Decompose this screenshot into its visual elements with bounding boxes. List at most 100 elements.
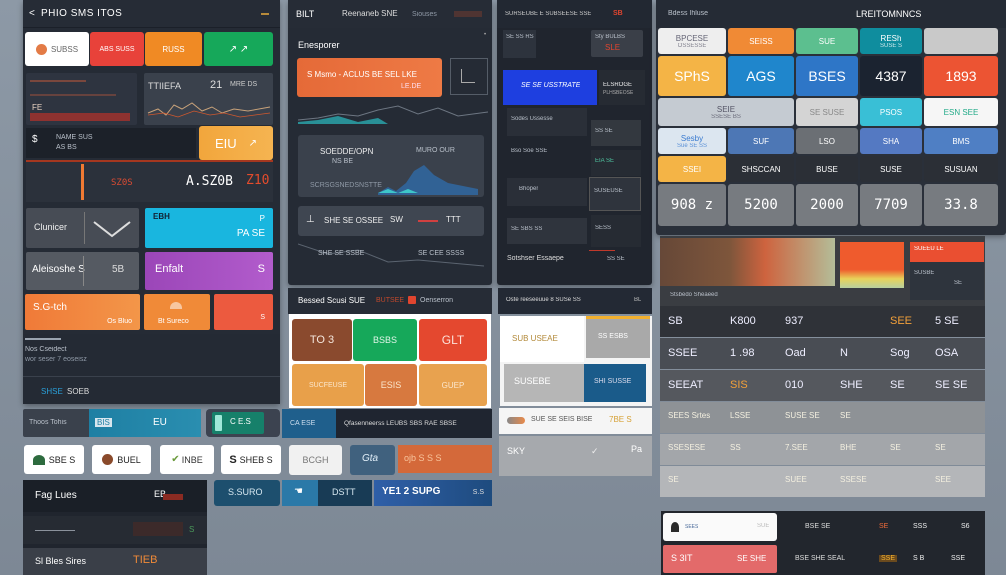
top-card-4[interactable]: ↗ ↗ bbox=[204, 32, 273, 66]
blue-chip-2[interactable]: ☚ bbox=[282, 480, 318, 506]
window-menu-icon[interactable] bbox=[261, 13, 269, 15]
top-card-3[interactable]: RUSS bbox=[145, 32, 202, 66]
kpi-tile[interactable]: SUE bbox=[796, 28, 858, 54]
mid-tile-top-right[interactable]: Sty BULBS SLE bbox=[591, 30, 643, 57]
hero-sub-right[interactable]: SHI SUSSE bbox=[584, 364, 646, 402]
orange-banner[interactable]: S Msmo - ACLUS BE SEL LKE LE.DE bbox=[297, 58, 442, 97]
brand-tile-4[interactable]: S SHEB S bbox=[221, 445, 281, 474]
kpi-tile[interactable]: SHSCCAN bbox=[728, 156, 794, 182]
mid-side-item[interactable]: SS SE bbox=[591, 120, 641, 146]
back-button[interactable]: < bbox=[29, 8, 35, 19]
table-row[interactable]: SEES Srtes LSSE SUSE SE SE bbox=[660, 402, 985, 433]
grid-tile[interactable]: ESIS bbox=[365, 364, 417, 406]
kpi-tile[interactable]: BSES bbox=[796, 56, 858, 96]
kpi-tile[interactable]: 1893 bbox=[924, 56, 998, 96]
footer-link[interactable]: SHSE bbox=[41, 387, 63, 396]
kpi-tile[interactable]: BUSE bbox=[796, 156, 858, 182]
mid-list-item[interactable]: SE SBS SS bbox=[507, 218, 587, 244]
hero-side[interactable]: SS ESBS bbox=[586, 316, 650, 358]
mid-side-item[interactable]: SUSEUSE bbox=[589, 177, 641, 211]
mid-tile-top-left[interactable]: SE SS RS bbox=[503, 30, 536, 58]
blue-chip-1[interactable]: S.SURO bbox=[214, 480, 280, 506]
blue-chip-3[interactable]: DSTT bbox=[318, 480, 372, 506]
kpi-tile[interactable]: SE SUSE bbox=[796, 98, 858, 126]
metric-card[interactable]: SOEDDE/OPN NS BE MURO OUR SCRSGSNEDSNSTT… bbox=[298, 135, 484, 197]
purple-tile[interactable]: Enfalt S bbox=[145, 252, 273, 290]
table-row[interactable]: SB K800 937 SEE 5 SE bbox=[660, 306, 985, 337]
kpi-tile[interactable]: SUSE bbox=[860, 156, 922, 182]
orange-tile-2[interactable]: Bt Sureco bbox=[144, 294, 210, 330]
grid-tile[interactable]: GLT bbox=[419, 319, 487, 361]
kpi-tile[interactable]: SUF bbox=[728, 128, 794, 154]
grid-tile[interactable]: GUEP bbox=[419, 364, 487, 406]
kpi-tile[interactable]: BMS bbox=[924, 128, 998, 154]
mid-bar[interactable]: SUE SE SEIS BISE 7BE S bbox=[499, 408, 652, 434]
kpi-tile[interactable]: RESh SUSE S bbox=[860, 28, 922, 54]
blue-chip-4[interactable]: YE1 2 SUPG S.S bbox=[374, 480, 492, 506]
table-row[interactable]: SE SUEE SSESE SEE bbox=[660, 466, 985, 497]
mid-side-item[interactable]: SESS bbox=[591, 215, 641, 247]
footer-row-1[interactable]: SEES SUE BSE SE SE SSS S6 bbox=[661, 513, 985, 543]
top-card-2[interactable]: ABS SUSS bbox=[90, 32, 144, 66]
orange-tile-1[interactable]: S.G-tch Os Bluo bbox=[25, 294, 140, 330]
strip-bar[interactable]: Qfasenneerss LEUBS SBS RAE SBSE bbox=[336, 409, 492, 438]
table-row[interactable]: SSESESE SS 7.SEE BHE SE SE bbox=[660, 434, 985, 465]
cyan-tile[interactable]: EBH P PA SE bbox=[145, 208, 273, 248]
brand-tile-5[interactable]: BCGH bbox=[289, 445, 342, 475]
table-row[interactable]: SSEE 1 .98 Oad N Sog OSA bbox=[660, 338, 985, 369]
table-row[interactable]: SEEAT SIS 010 SHE SE SE SE bbox=[660, 370, 985, 401]
brand-tile-1[interactable]: SBE S bbox=[24, 445, 84, 474]
kpi-tile[interactable]: SPhS bbox=[658, 56, 726, 96]
kpi-tile[interactable]: 33.8 bbox=[924, 184, 998, 226]
grid-tile[interactable]: TO 3 bbox=[292, 319, 352, 361]
top-card-1[interactable]: SUBSS bbox=[25, 32, 89, 66]
mid-side-item[interactable]: EIA SE bbox=[591, 150, 641, 176]
kpi-tile[interactable]: Sesby Sue SE SS bbox=[658, 128, 726, 154]
toolbar-tab[interactable]: BIS EU bbox=[89, 409, 201, 437]
mid-list-item[interactable]: Bhoper bbox=[507, 178, 587, 206]
kpi-tile[interactable]: SHA bbox=[860, 128, 922, 154]
orange-metric-tile[interactable]: EIU ↗ bbox=[199, 126, 273, 160]
kpi-tile[interactable] bbox=[924, 28, 998, 54]
kpi-tile[interactable]: 7709 bbox=[860, 184, 922, 226]
kpi-tile[interactable]: AGS bbox=[728, 56, 794, 96]
kpi-tile[interactable]: SEIE SSESE BS bbox=[658, 98, 794, 126]
kpi-tile[interactable]: SUSUAN bbox=[924, 156, 998, 182]
checklist-tile[interactable]: Clunicer bbox=[26, 208, 139, 248]
grey-tile[interactable]: Aleisoshe S 5B bbox=[26, 252, 139, 290]
footer-row-2[interactable]: S 3IT SE SHE BSE SHE SEAL SSE S B SSE bbox=[661, 545, 985, 575]
table-cell: 1 .98 bbox=[730, 347, 755, 359]
heat-card[interactable]: SUEEU LE SUSBE SE bbox=[910, 242, 984, 300]
kpi-tile[interactable]: ESN SEE bbox=[924, 98, 998, 126]
list-row[interactable]: S bbox=[23, 516, 207, 544]
kpi-tile[interactable]: SSEI bbox=[658, 156, 726, 182]
kpi-tile[interactable]: PSOS bbox=[860, 98, 922, 126]
section-link[interactable]: Oenserron bbox=[420, 297, 453, 304]
info-icon[interactable]: • bbox=[484, 32, 486, 38]
mid-list-item[interactable]: Bso Soe SSE bbox=[507, 140, 587, 174]
kpi-tile[interactable]: 2000 bbox=[796, 184, 858, 226]
orange-tile-3[interactable]: S bbox=[214, 294, 273, 330]
brand-tile-2[interactable]: BUEL bbox=[92, 445, 151, 474]
kpi-tile[interactable]: BPCESE OSSESSE bbox=[658, 28, 726, 54]
blue-banner[interactable]: SE SE USSTRATE bbox=[503, 70, 597, 105]
grid-tile[interactable]: SUCFEUSE bbox=[292, 364, 364, 406]
brand-tile-3[interactable]: ✔ INBE bbox=[160, 445, 214, 474]
kpi-tile[interactable]: 4387 bbox=[860, 56, 922, 96]
hero-card[interactable]: SUB USEAE bbox=[500, 316, 584, 362]
mid-list-item[interactable]: Sodes Ussesse bbox=[507, 108, 587, 136]
grid-tile[interactable]: BSBS bbox=[353, 319, 417, 361]
data-row[interactable]: ⊥ SHE SE OSSEE SW TTT bbox=[298, 206, 484, 236]
kpi-tile[interactable]: SEISS bbox=[728, 28, 794, 54]
center-tab-inactive[interactable]: Siouses bbox=[412, 11, 437, 18]
orange-strip[interactable]: ojb S S S bbox=[398, 445, 492, 473]
kpi-tile[interactable]: LSO bbox=[796, 128, 858, 154]
kpi-tile[interactable]: 5200 bbox=[728, 184, 794, 226]
strip-left-tab[interactable]: CA ESE bbox=[282, 409, 336, 438]
script-icon-tile[interactable]: Gta bbox=[350, 445, 395, 475]
list-row[interactable]: Sl Bles Sires TIEB bbox=[23, 548, 207, 575]
green-chip[interactable]: C E.S bbox=[206, 409, 280, 437]
kpi-tile[interactable]: 908 z bbox=[658, 184, 726, 226]
data-row-2[interactable]: SHE SE SSBE SE CEE SSSS bbox=[298, 240, 484, 272]
hero-sub-left[interactable]: SUSEBE bbox=[504, 364, 584, 402]
